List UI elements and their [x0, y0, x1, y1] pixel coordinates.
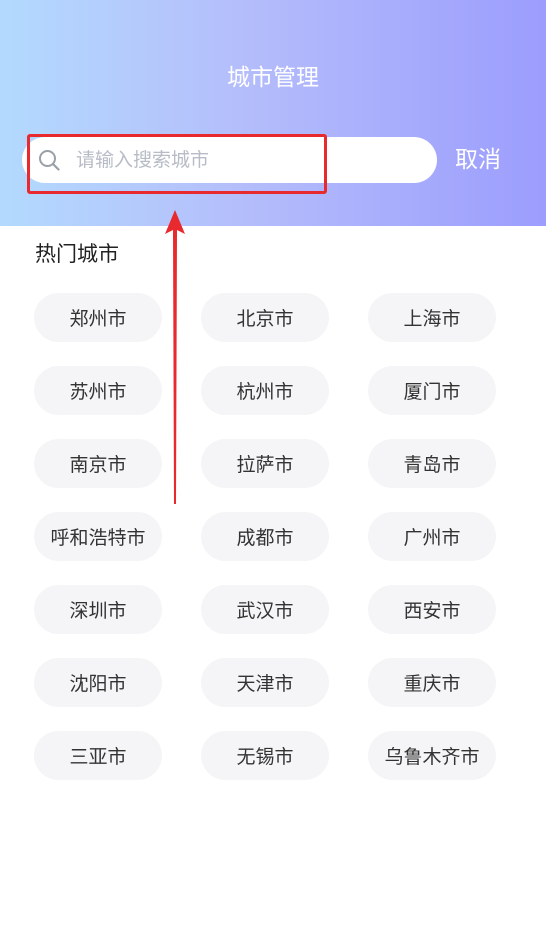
city-chip[interactable]: 杭州市	[201, 366, 329, 415]
city-chip[interactable]: 重庆市	[368, 658, 496, 707]
header: 城市管理 取消	[0, 0, 546, 226]
page-title: 城市管理	[227, 65, 319, 91]
city-chip[interactable]: 青岛市	[368, 439, 496, 488]
city-chip[interactable]: 深圳市	[34, 585, 162, 634]
city-chip[interactable]: 北京市	[201, 293, 329, 342]
city-chip[interactable]: 郑州市	[34, 293, 162, 342]
search-icon	[39, 150, 60, 171]
city-chip[interactable]: 沈阳市	[34, 658, 162, 707]
cancel-button[interactable]: 取消	[455, 141, 501, 179]
hot-cities-title: 热门城市	[35, 242, 119, 266]
city-chip[interactable]: 西安市	[368, 585, 496, 634]
city-chip[interactable]: 乌鲁木齐市	[368, 731, 496, 780]
city-chip[interactable]: 南京市	[34, 439, 162, 488]
city-chip[interactable]: 苏州市	[34, 366, 162, 415]
city-chip[interactable]: 天津市	[201, 658, 329, 707]
city-chip[interactable]: 广州市	[368, 512, 496, 561]
city-chip[interactable]: 拉萨市	[201, 439, 329, 488]
city-chip[interactable]: 成都市	[201, 512, 329, 561]
city-chip[interactable]: 三亚市	[34, 731, 162, 780]
city-chip[interactable]: 厦门市	[368, 366, 496, 415]
city-chip[interactable]: 呼和浩特市	[34, 512, 162, 561]
search-input[interactable]	[76, 137, 416, 183]
city-chip[interactable]: 无锡市	[201, 731, 329, 780]
hot-cities-grid: 郑州市 北京市 上海市 苏州市 杭州市 厦门市 南京市 拉萨市 青岛市 呼和浩特…	[34, 293, 496, 780]
search-box[interactable]	[22, 137, 437, 183]
city-chip[interactable]: 上海市	[368, 293, 496, 342]
city-chip[interactable]: 武汉市	[201, 585, 329, 634]
